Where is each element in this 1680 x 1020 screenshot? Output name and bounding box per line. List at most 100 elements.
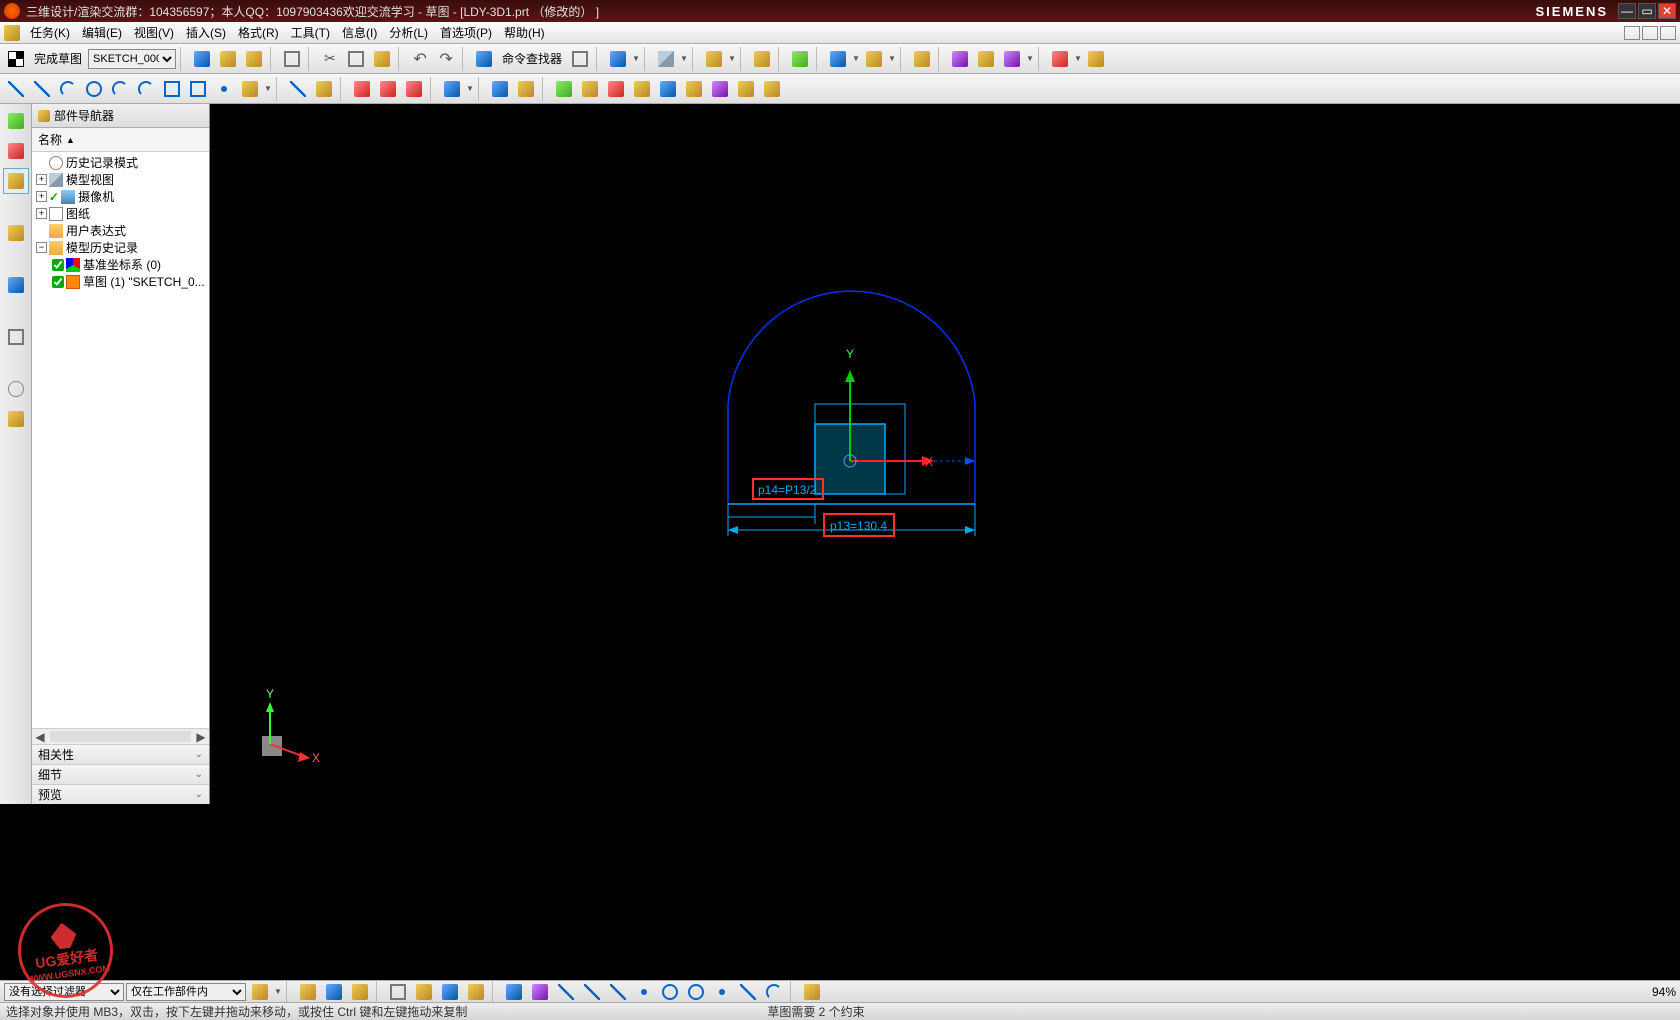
expand-icon[interactable]: + [36, 191, 47, 202]
minimize-button[interactable]: — [1618, 3, 1636, 19]
tree-history-mode[interactable]: 历史记录模式 [32, 154, 209, 171]
tree-cameras[interactable]: +✓摄像机 [32, 188, 209, 205]
cut-button[interactable]: ✂ [318, 47, 342, 71]
zoom-badge[interactable]: 94% [1652, 985, 1676, 999]
view-fit-button[interactable] [606, 47, 630, 71]
constraint-nav-tab[interactable] [3, 138, 29, 164]
roles-tab[interactable] [3, 406, 29, 432]
tree-model-views[interactable]: +模型视图 [32, 171, 209, 188]
tree-datum-csys[interactable]: 基准坐标系 (0) [32, 256, 209, 273]
constr-alt-button[interactable] [604, 77, 628, 101]
point-button[interactable] [212, 77, 236, 101]
render-dd[interactable]: ▼ [680, 54, 688, 63]
studio-spline-button[interactable] [108, 77, 132, 101]
reattach-button[interactable] [216, 47, 240, 71]
corner-button[interactable] [376, 77, 400, 101]
layer-dd[interactable]: ▼ [728, 54, 736, 63]
offset-button[interactable] [238, 77, 262, 101]
nav-column-header[interactable]: 名称 ▲ [32, 128, 209, 152]
sel-tool-6[interactable] [412, 980, 436, 1004]
snap-mid[interactable] [580, 980, 604, 1004]
circle-button[interactable] [82, 77, 106, 101]
menu-analysis[interactable]: 分析(L) [383, 22, 434, 43]
profile-button[interactable] [4, 77, 28, 101]
orient-sketch-button[interactable] [190, 47, 214, 71]
maximize-button[interactable]: ▭ [1638, 3, 1656, 19]
cmd-finder-button[interactable] [472, 47, 496, 71]
tfm-dd[interactable]: ▼ [888, 54, 896, 63]
move-dd[interactable]: ▼ [852, 54, 860, 63]
nav-hscroll[interactable]: ◀▶ [32, 728, 209, 744]
showhide-dd[interactable]: ▼ [1026, 54, 1034, 63]
datum-checkbox[interactable] [52, 259, 64, 271]
tree-sketch-1[interactable]: 草图 (1) "SKETCH_0... [32, 273, 209, 290]
section-dependency[interactable]: 相关性⌄ [32, 744, 209, 764]
assy-button[interactable] [910, 47, 934, 71]
snap-quad[interactable] [684, 980, 708, 1004]
tree-model-history[interactable]: −模型历史记录 [32, 239, 209, 256]
menu-insert[interactable]: 插入(S) [180, 22, 232, 43]
trim2-button[interactable] [350, 77, 374, 101]
menu-view[interactable]: 视图(V) [128, 22, 180, 43]
hide-button[interactable] [974, 47, 998, 71]
mdi-restore-button[interactable] [1642, 26, 1658, 40]
sel-tool-3[interactable] [322, 980, 346, 1004]
move-button[interactable] [826, 47, 850, 71]
line-button[interactable] [30, 77, 54, 101]
snap-ctr[interactable] [658, 980, 682, 1004]
snap-int[interactable] [632, 980, 656, 1004]
dim-p13-label[interactable]: p13=130.4 [830, 519, 887, 533]
snap-ctrl[interactable] [606, 980, 630, 1004]
layer-button[interactable] [702, 47, 726, 71]
constr-del-button[interactable] [708, 77, 732, 101]
dim-rapid-button[interactable] [440, 77, 464, 101]
menu-task[interactable]: 任务(K) [24, 22, 76, 43]
color-dd[interactable]: ▼ [1074, 54, 1082, 63]
constr-show-button[interactable] [552, 77, 576, 101]
close-button[interactable]: ✕ [1658, 3, 1676, 19]
rectangle-button[interactable] [160, 77, 184, 101]
reuse-lib-tab[interactable] [3, 220, 29, 246]
sketch-checkbox[interactable] [52, 276, 64, 288]
menu-help[interactable]: 帮助(H) [498, 22, 551, 43]
mdi-minimize-button[interactable] [1624, 26, 1640, 40]
sketch-name-select[interactable]: SKETCH_000 [88, 49, 176, 69]
selection-filter[interactable]: 没有选择过滤器 [4, 983, 124, 1001]
tree-user-expr[interactable]: 用户表达式 [32, 222, 209, 239]
collapse-icon[interactable]: − [36, 242, 47, 253]
pin-icon[interactable] [38, 110, 50, 122]
showhide-button[interactable] [1000, 47, 1024, 71]
fillet-button[interactable] [134, 77, 158, 101]
expand-icon[interactable]: + [36, 174, 47, 185]
menu-edit[interactable]: 编辑(E) [76, 22, 128, 43]
show-button[interactable] [948, 47, 972, 71]
copy-button[interactable] [344, 47, 368, 71]
sel-tool-8[interactable] [464, 980, 488, 1004]
color-button[interactable] [1048, 47, 1072, 71]
snap-exist[interactable] [710, 980, 734, 1004]
section-detail[interactable]: 细节⌄ [32, 764, 209, 784]
menu-info[interactable]: 信息(I) [336, 22, 383, 43]
trim-button[interactable] [286, 77, 310, 101]
menu-tools[interactable]: 工具(T) [285, 22, 336, 43]
sel-tool-7[interactable] [438, 980, 462, 1004]
paste-button[interactable] [370, 47, 394, 71]
undo-button[interactable]: ↶ [408, 47, 432, 71]
extend2-button[interactable] [402, 77, 426, 101]
constr-anim-button[interactable] [682, 77, 706, 101]
offset-dd[interactable]: ▼ [264, 84, 272, 93]
constr-opts-button[interactable] [734, 77, 758, 101]
redo-button[interactable]: ↷ [434, 47, 458, 71]
mdi-close-button[interactable] [1660, 26, 1676, 40]
cmd-finder-dd[interactable] [568, 47, 592, 71]
section-preview[interactable]: 预览⌄ [32, 784, 209, 804]
menu-format[interactable]: 格式(R) [232, 22, 285, 43]
dim-dd[interactable]: ▼ [466, 84, 474, 93]
sel-tool-4[interactable] [348, 980, 372, 1004]
expand-icon[interactable]: + [36, 208, 47, 219]
selection-scope[interactable]: 仅在工作部件内 [126, 983, 246, 1001]
constr-dim-button[interactable] [578, 77, 602, 101]
grid-button[interactable] [1084, 47, 1108, 71]
constr-more-button[interactable] [760, 77, 784, 101]
clip-button[interactable] [750, 47, 774, 71]
